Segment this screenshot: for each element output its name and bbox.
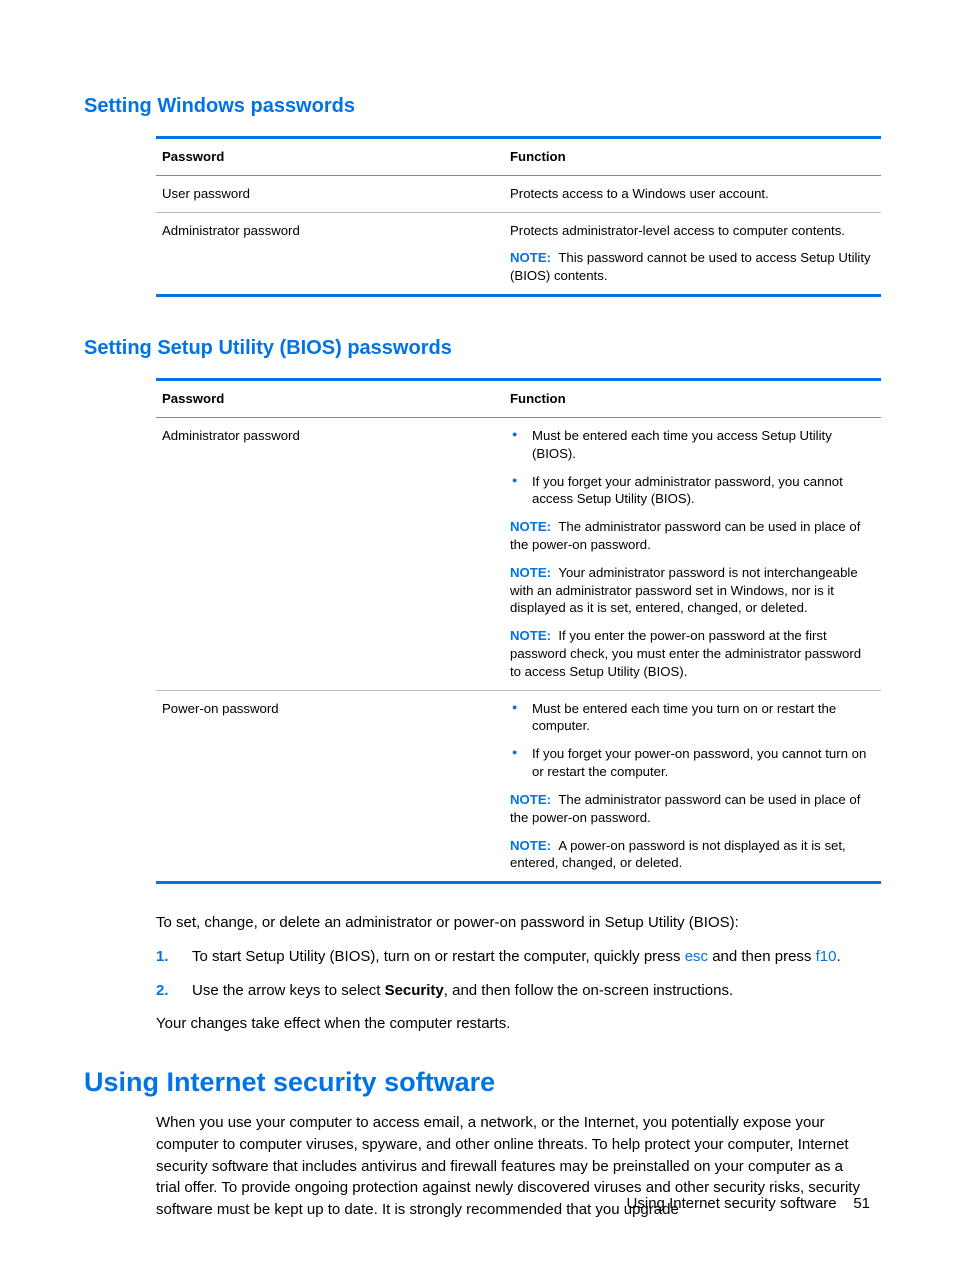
instructions-outro: Your changes take effect when the comput… [156,1013,870,1035]
bold-security: Security [385,982,444,999]
table-row: Power-on password Must be entered each t… [156,690,881,883]
note: NOTE: If you enter the power-on password… [510,627,875,680]
table-row: Administrator password Protects administ… [156,212,881,295]
step-item: To start Setup Utility (BIOS), turn on o… [156,946,870,968]
th-function: Function [504,138,881,176]
th-function: Function [504,380,881,418]
table-bios-passwords: Password Function Administrator password… [156,378,881,884]
cell-password-name: Administrator password [156,212,504,295]
cell-password-func: Protects administrator-level access to c… [504,212,881,295]
cell-password-name: Power-on password [156,690,504,883]
heading-bios-passwords: Setting Setup Utility (BIOS) passwords [84,337,870,360]
table-row: User password Protects access to a Windo… [156,175,881,212]
note-text: The administrator password can be used i… [510,792,860,825]
step-text: . [836,948,840,965]
bullet-item: Must be entered each time you access Set… [510,427,875,463]
note-label: NOTE: [510,838,551,853]
instructions-intro: To set, change, or delete an administrat… [156,912,870,934]
note: NOTE: The administrator password can be … [510,518,875,554]
table-windows-passwords: Password Function User password Protects… [156,136,881,297]
func-text: Protects administrator-level access to c… [510,222,875,240]
note-label: NOTE: [510,519,551,534]
cell-password-name: Administrator password [156,417,504,690]
cell-password-func: Must be entered each time you turn on or… [504,690,881,883]
heading-internet-security: Using Internet security software [84,1067,870,1098]
bullet-item: Must be entered each time you turn on or… [510,700,875,736]
cell-password-func: Protects access to a Windows user accoun… [504,175,881,212]
note: NOTE: A power-on password is not display… [510,837,875,873]
bullet-item: If you forget your power-on password, yo… [510,745,875,781]
th-password: Password [156,380,504,418]
key-f10: f10 [816,948,837,965]
note-text: The administrator password can be used i… [510,519,860,552]
page-footer: Using Internet security software 51 [627,1195,870,1212]
step-text: To start Setup Utility (BIOS), turn on o… [192,948,685,965]
note: NOTE: This password cannot be used to ac… [510,249,875,285]
table-row: Administrator password Must be entered e… [156,417,881,690]
cell-password-name: User password [156,175,504,212]
note-text: This password cannot be used to access S… [510,250,871,283]
note-label: NOTE: [510,565,551,580]
step-item: Use the arrow keys to select Security, a… [156,980,870,1002]
cell-password-func: Must be entered each time you access Set… [504,417,881,690]
step-text: , and then follow the on-screen instruct… [444,982,733,999]
steps-list: To start Setup Utility (BIOS), turn on o… [156,946,870,1002]
note-text: A power-on password is not displayed as … [510,838,846,871]
page-number: 51 [853,1195,870,1212]
note: NOTE: Your administrator password is not… [510,564,875,617]
note-text: If you enter the power-on password at th… [510,628,861,679]
footer-title: Using Internet security software [627,1195,837,1212]
step-text: Use the arrow keys to select [192,982,385,999]
key-esc: esc [685,948,708,965]
note: NOTE: The administrator password can be … [510,791,875,827]
bullet-item: If you forget your administrator passwor… [510,473,875,509]
note-label: NOTE: [510,250,551,265]
note-label: NOTE: [510,792,551,807]
note-text: Your administrator password is not inter… [510,565,858,616]
step-text: and then press [708,948,816,965]
note-label: NOTE: [510,628,551,643]
th-password: Password [156,138,504,176]
heading-windows-passwords: Setting Windows passwords [84,95,870,118]
